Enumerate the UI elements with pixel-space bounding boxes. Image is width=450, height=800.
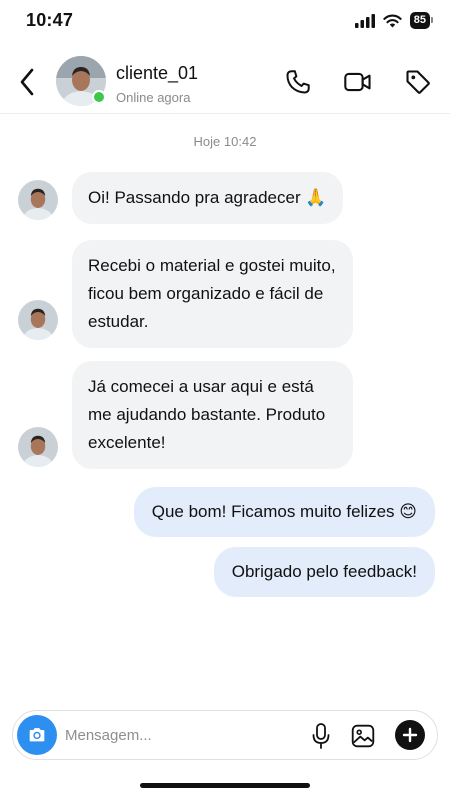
add-attachment-button[interactable] bbox=[395, 720, 425, 750]
voice-call-button[interactable] bbox=[282, 66, 314, 98]
incoming-message-bubble[interactable]: Já comecei a usar aqui e está me ajudand… bbox=[72, 361, 353, 469]
date-separator: Hoje 10:42 bbox=[193, 134, 257, 149]
camera-button[interactable] bbox=[17, 715, 57, 755]
message-avatar bbox=[18, 300, 58, 340]
contact-name[interactable]: cliente_01 bbox=[116, 63, 198, 84]
back-button[interactable] bbox=[14, 64, 42, 100]
plus-icon bbox=[402, 727, 418, 743]
message-composer bbox=[12, 710, 438, 760]
image-icon bbox=[351, 724, 375, 748]
message-avatar bbox=[18, 180, 58, 220]
video-camera-icon bbox=[344, 72, 371, 92]
tag-button[interactable] bbox=[402, 66, 434, 98]
gallery-button[interactable] bbox=[349, 722, 377, 750]
incoming-message-bubble[interactable]: Recebi o material e gostei muito, ficou … bbox=[72, 240, 353, 348]
video-call-button[interactable] bbox=[342, 66, 374, 98]
battery-indicator: 85 bbox=[409, 12, 434, 29]
chevron-left-icon bbox=[20, 68, 34, 96]
contact-avatar[interactable] bbox=[56, 56, 106, 106]
contact-online-status: Online agora bbox=[116, 90, 191, 105]
online-status-dot bbox=[92, 90, 106, 104]
status-bar: 10:47 85 bbox=[0, 0, 450, 44]
status-icons: 85 bbox=[354, 12, 434, 29]
message-input[interactable] bbox=[65, 719, 295, 751]
microphone-icon bbox=[312, 723, 330, 749]
outgoing-message-bubble[interactable]: Que bom! Ficamos muito felizes 😊 bbox=[133, 487, 435, 537]
wifi-icon bbox=[383, 14, 402, 27]
tag-icon bbox=[406, 70, 430, 94]
incoming-message-bubble[interactable]: Oi! Passando pra agradecer 🙏 bbox=[72, 172, 343, 224]
outgoing-message-bubble[interactable]: Obrigado pelo feedback! bbox=[213, 547, 435, 597]
home-indicator bbox=[140, 783, 310, 788]
status-time: 10:47 bbox=[26, 10, 74, 30]
chat-header: cliente_01 Online agora bbox=[0, 50, 450, 114]
camera-icon bbox=[29, 728, 45, 742]
cellular-signal-icon bbox=[354, 13, 375, 28]
voice-message-button[interactable] bbox=[309, 722, 333, 750]
message-avatar bbox=[18, 427, 58, 467]
message-list[interactable]: Hoje 10:42 Oi! Passando pra agradecer 🙏 … bbox=[0, 115, 450, 707]
phone-icon bbox=[286, 70, 310, 94]
